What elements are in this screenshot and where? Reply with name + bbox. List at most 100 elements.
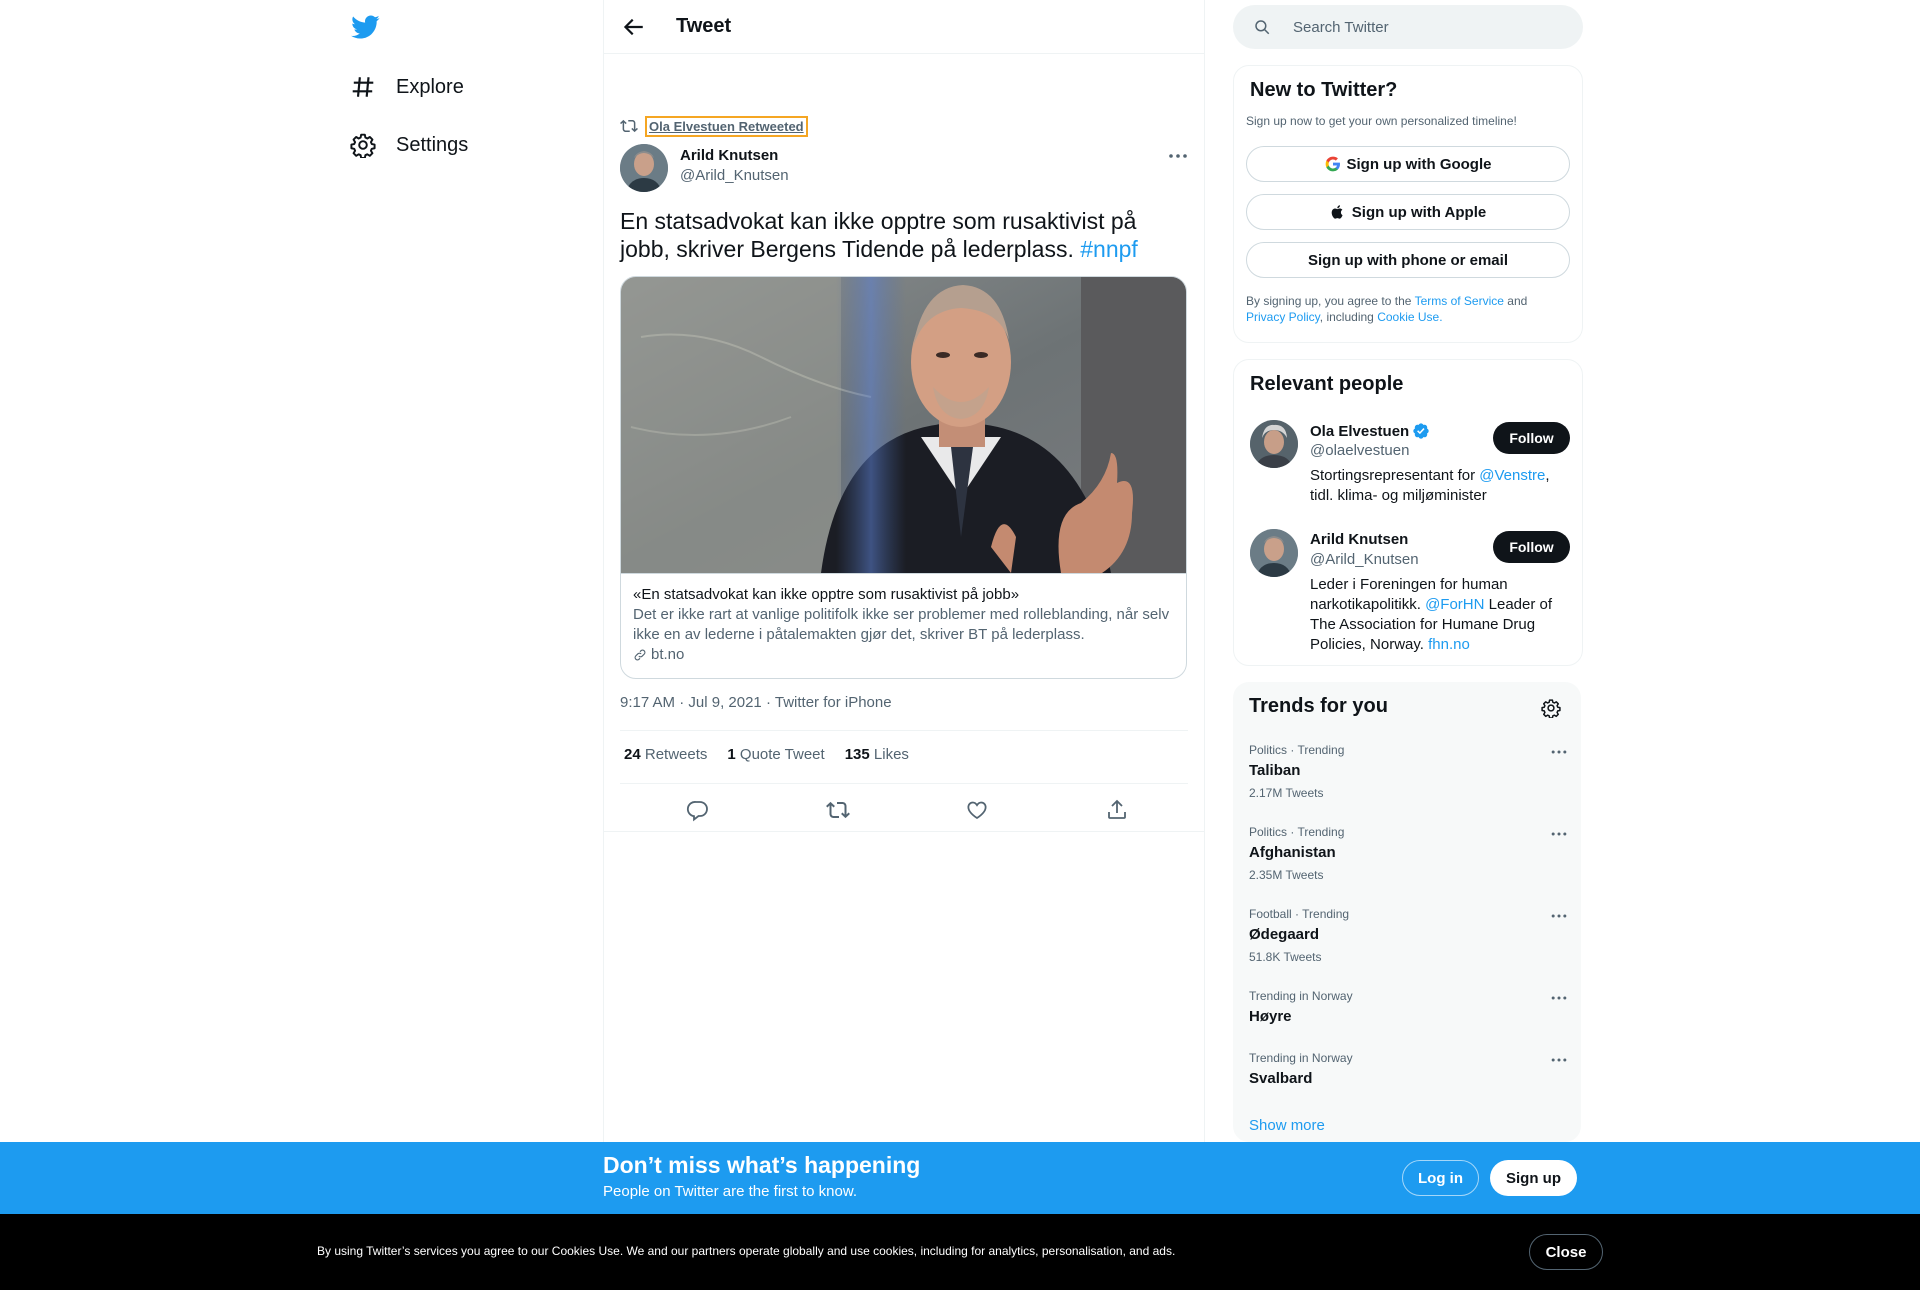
privacy-link[interactable]: Privacy Policy: [1246, 310, 1320, 324]
cookie-link[interactable]: Cookie Use.: [1377, 310, 1442, 324]
relevant-people-title: Relevant people: [1250, 373, 1404, 395]
author-photo: [620, 144, 668, 192]
trends-settings-gear-icon[interactable]: [1541, 698, 1561, 718]
more-options-icon[interactable]: [1549, 742, 1569, 762]
twitter-logo-icon[interactable]: [350, 12, 380, 42]
legal-text: and: [1507, 294, 1528, 308]
nav-explore-label: Explore: [396, 75, 464, 98]
follow-button[interactable]: Follow: [1493, 422, 1570, 454]
legal-text: By signing up, you agree to the: [1246, 294, 1412, 308]
bio-url-link[interactable]: fhn.no: [1428, 636, 1470, 653]
tweet-meta: 9:17 AM · Jul 9, 2021 · Twitter for iPho…: [620, 694, 892, 711]
banner-subtitle: People on Twitter are the first to know.: [603, 1183, 858, 1200]
follow-button[interactable]: Follow: [1493, 531, 1570, 563]
trend-item[interactable]: Politics · Trending Taliban 2.17M Tweets: [1249, 742, 1569, 801]
tweet-body: En statsadvokat kan ikke opptre som rusa…: [620, 208, 1137, 262]
tweet-date[interactable]: Jul 9, 2021: [688, 694, 761, 711]
trends-title: Trends for you: [1249, 695, 1388, 717]
back-arrow-icon[interactable]: [620, 14, 646, 40]
google-icon: [1325, 156, 1340, 172]
hashtag-link[interactable]: #nnpf: [1080, 236, 1138, 262]
show-more-link[interactable]: Show more: [1249, 1117, 1325, 1134]
more-options-icon[interactable]: [1549, 1050, 1569, 1070]
retweeted-by-link[interactable]: Ola Elvestuen Retweeted: [645, 115, 808, 137]
trend-item[interactable]: Trending in Norway Svalbard: [1249, 1050, 1569, 1089]
terms-link[interactable]: Terms of Service: [1415, 294, 1504, 308]
likes-label: Likes: [873, 746, 909, 763]
page-title: Tweet: [676, 15, 732, 37]
person-name[interactable]: Arild Knutsen: [1310, 531, 1408, 548]
trends-panel: Trends for you Politics · Trending Talib…: [1233, 682, 1581, 1142]
apple-icon: [1331, 205, 1343, 219]
retweet-icon: [620, 119, 638, 133]
tweet-stats: 24 Retweets 1 Quote Tweet 135 Likes: [624, 746, 909, 763]
retweets-stat[interactable]: 24 Retweets: [624, 746, 707, 763]
person-avatar[interactable]: [1250, 529, 1298, 577]
signup-google-button[interactable]: Sign up with Google: [1246, 146, 1570, 182]
card-title: «En statsadvokat kan ikke opptre som rus…: [633, 586, 1020, 603]
main-column: Tweet Ola Elvestuen Retweeted Arild Knut…: [603, 0, 1205, 1290]
retweets-label: Retweets: [644, 746, 708, 763]
like-icon[interactable]: [965, 798, 989, 822]
more-options-icon[interactable]: [1549, 906, 1569, 926]
tweet-actions: [620, 794, 1188, 824]
author-handle[interactable]: @Arild_Knutsen: [680, 167, 789, 184]
signup-button[interactable]: Sign up: [1490, 1160, 1577, 1196]
tweet-source[interactable]: Twitter for iPhone: [775, 694, 892, 711]
person-name-text: Arild Knutsen: [1310, 531, 1409, 548]
bio-mention-link[interactable]: @ForHN: [1425, 596, 1484, 613]
divider: [620, 783, 1188, 784]
search-input[interactable]: [1291, 17, 1565, 37]
tweet-text: En statsadvokat kan ikke opptre som rusa…: [620, 207, 1180, 263]
trend-name: Ødegaard: [1249, 926, 1320, 943]
divider: [604, 831, 1204, 832]
trend-count: 2.17M Tweets: [1249, 786, 1324, 800]
card-body: «En statsadvokat kan ikke opptre som rus…: [621, 573, 1186, 676]
person-name[interactable]: Ola Elvestuen: [1310, 422, 1430, 440]
nav-settings[interactable]: Settings: [350, 120, 468, 170]
more-options-icon[interactable]: [1166, 144, 1190, 168]
card-description: Det er ikke rart at vanlige politifolk i…: [633, 606, 1170, 643]
person-handle[interactable]: @Arild_Knutsen: [1310, 551, 1419, 568]
more-options-icon[interactable]: [1549, 824, 1569, 844]
new-to-twitter-subtitle: Sign up now to get your own personalized…: [1246, 114, 1517, 128]
trend-name: Taliban: [1249, 762, 1301, 779]
author-name[interactable]: Arild Knutsen: [680, 147, 778, 164]
person-avatar[interactable]: [1250, 420, 1298, 468]
bio-mention-link[interactable]: @Venstre: [1479, 467, 1545, 484]
likes-count: 135: [844, 746, 870, 763]
link-card[interactable]: «En statsadvokat kan ikke opptre som rus…: [620, 276, 1187, 679]
share-icon[interactable]: [1105, 798, 1129, 822]
new-to-twitter-title: New to Twitter?: [1250, 79, 1398, 101]
person-photo: [1250, 529, 1298, 577]
nav-explore[interactable]: Explore: [350, 62, 464, 112]
likes-stat[interactable]: 135 Likes: [845, 746, 909, 763]
trend-item[interactable]: Trending in Norway Høyre: [1249, 988, 1569, 1027]
reply-icon[interactable]: [686, 798, 710, 822]
top-bar: Tweet: [604, 0, 1204, 54]
search-bar[interactable]: [1233, 5, 1583, 49]
person-handle[interactable]: @olaelvestuen: [1310, 442, 1409, 459]
quotes-stat[interactable]: 1 Quote Tweet: [727, 746, 824, 763]
signup-apple-button[interactable]: Sign up with Apple: [1246, 194, 1570, 230]
cookies-use-link[interactable]: Cookies Use: [552, 1244, 620, 1258]
bio-text: Stortingsrepresentant for: [1310, 467, 1476, 484]
trend-item[interactable]: Football · Trending Ødegaard 51.8K Tweet…: [1249, 906, 1569, 965]
cookie-bar: By using Twitter’s services you agree to…: [0, 1214, 1920, 1290]
meta-separator: ·: [679, 694, 689, 711]
signup-phone-button[interactable]: Sign up with phone or email: [1246, 242, 1570, 278]
retweet-action-icon[interactable]: [826, 798, 850, 822]
more-options-icon[interactable]: [1549, 988, 1569, 1008]
author-avatar[interactable]: [620, 144, 668, 192]
close-button[interactable]: Close: [1529, 1234, 1603, 1270]
login-button[interactable]: Log in: [1402, 1160, 1479, 1196]
signup-google-label: Sign up with Google: [1346, 155, 1492, 173]
card-domain: bt.no: [633, 645, 1174, 665]
trend-count: 2.35M Tweets: [1249, 868, 1324, 882]
signup-apple-label: Sign up with Apple: [1351, 203, 1487, 221]
trend-item[interactable]: Politics · Trending Afghanistan 2.35M Tw…: [1249, 824, 1569, 883]
tweet-time[interactable]: 9:17 AM: [620, 694, 675, 711]
gear-icon: [350, 133, 376, 158]
cookie-text-part: By using Twitter’s services you agree to…: [317, 1244, 549, 1258]
trend-name: Høyre: [1249, 1008, 1292, 1025]
